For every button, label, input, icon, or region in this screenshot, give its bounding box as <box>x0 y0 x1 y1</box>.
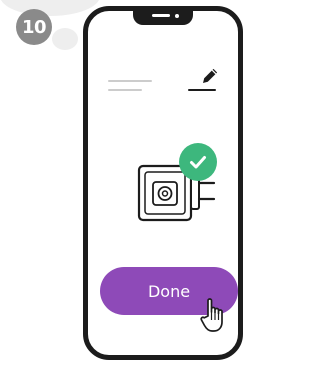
step-number-badge: 10 <box>16 9 52 45</box>
checkmark-icon <box>190 156 206 169</box>
speaker-grille <box>152 14 170 17</box>
hand-pointer-icon <box>200 298 223 332</box>
name-text-line <box>108 89 142 91</box>
pencil-icon[interactable] <box>200 66 220 86</box>
done-button-label: Done <box>147 281 191 301</box>
phone-notch <box>133 10 193 25</box>
step-number: 10 <box>21 16 47 38</box>
name-text-line <box>108 80 152 82</box>
checkmark-circle-icon <box>179 143 217 181</box>
background-blob <box>52 28 78 50</box>
background-blob <box>0 0 100 16</box>
front-camera <box>175 14 179 18</box>
phone-mockup: Done <box>83 6 243 360</box>
edit-underline <box>188 89 216 91</box>
